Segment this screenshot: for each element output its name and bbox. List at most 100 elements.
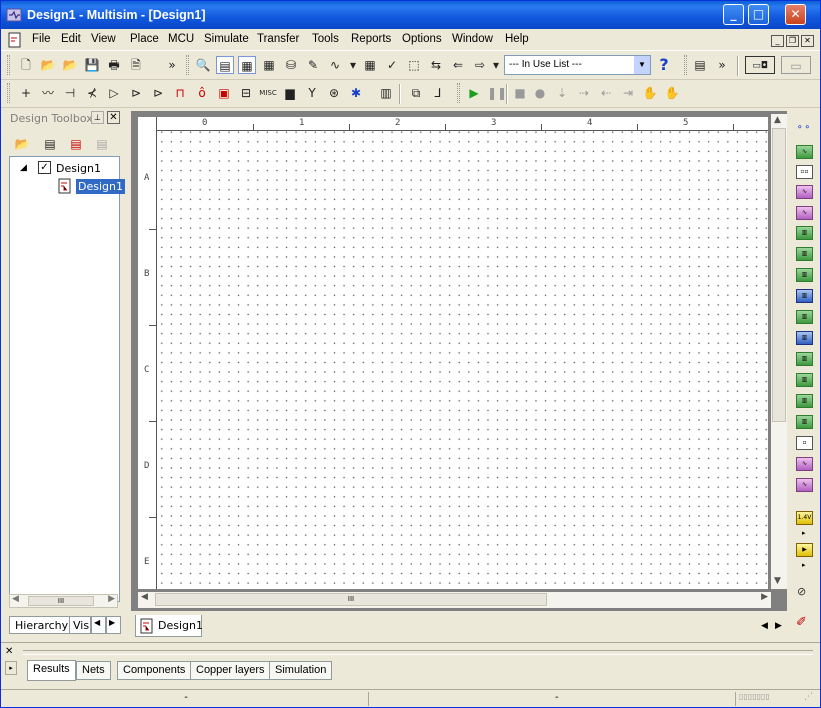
menu-window[interactable]: Window <box>452 33 493 45</box>
place-analog-icon[interactable]: ▷ <box>105 84 123 102</box>
menu-simulate[interactable]: Simulate <box>204 33 249 45</box>
place-advanced-peripherals-icon[interactable]: ▆ <box>281 84 299 102</box>
menu-reports[interactable]: Reports <box>351 33 391 45</box>
place-ttl-icon[interactable]: ⊳ <box>127 84 145 102</box>
grapher-dropdown-icon[interactable]: ▾ <box>344 56 362 74</box>
ni-elvis-icon[interactable]: ✐ <box>796 615 807 630</box>
menu-tools[interactable]: Tools <box>312 33 339 45</box>
remove-breakpoints-icon[interactable]: ✋ <box>663 84 681 102</box>
menu-options[interactable]: Options <box>402 33 442 45</box>
mdi-restore-button[interactable]: ❐ <box>786 35 799 47</box>
tab-simulation[interactable]: Simulation <box>269 661 333 680</box>
toolbox-hscrollbar[interactable]: ◀ III ▶ <box>9 594 118 608</box>
title-bar[interactable]: Design1 - Multisim - [Design1] _ □ ✕ <box>1 1 820 29</box>
spectrum-analyzer-icon[interactable]: ▥ <box>796 373 813 387</box>
multimeter-icon[interactable]: ⚬⚬ <box>796 123 813 137</box>
tree-root-design[interactable]: Design1 <box>56 162 101 175</box>
print-preview-icon[interactable]: 🗎 <box>127 56 145 74</box>
place-ni-component-icon[interactable]: ✱ <box>347 84 365 102</box>
panel-grip[interactable] <box>23 650 813 655</box>
workspace-hscrollbar[interactable]: ◀ III ▶ <box>138 592 771 608</box>
zoom-icon[interactable]: 🔍 <box>194 56 212 74</box>
region-select-icon[interactable]: ⬚ <box>405 56 423 74</box>
toolbar-grip[interactable] <box>7 83 10 103</box>
iv-analyzer-icon[interactable]: ▥ <box>796 331 813 345</box>
simulation-switch-off-icon[interactable]: ▭ <box>781 56 811 74</box>
tab-copper-layers[interactable]: Copper layers <box>190 661 271 680</box>
menu-file[interactable]: File <box>32 33 51 45</box>
place-electromechanical-icon[interactable]: ⊛ <box>325 84 343 102</box>
chevron-down-icon[interactable]: ▸ <box>802 561 806 569</box>
place-source-icon[interactable]: + <box>17 84 35 102</box>
close-button[interactable]: ✕ <box>785 4 806 25</box>
breakpoint-icon[interactable]: ● <box>531 84 549 102</box>
toolbar-overflow-icon[interactable]: » <box>163 56 181 74</box>
component-wizard-icon[interactable]: ✎ <box>304 56 322 74</box>
pause-simulation-icon[interactable]: ❚❚ <box>487 84 507 102</box>
step-into-icon[interactable]: ⇣ <box>553 84 571 102</box>
tab-scroll-right-icon[interactable]: ▶ <box>106 616 121 634</box>
toolbar-grip[interactable] <box>684 55 687 75</box>
new-sheet-icon[interactable]: ▤ <box>67 135 85 153</box>
menu-transfer[interactable]: Transfer <box>257 33 299 45</box>
close-icon[interactable]: ✕ <box>107 111 120 124</box>
resize-grip-icon[interactable]: ⋰ <box>801 692 819 706</box>
new-icon[interactable]: 🗋 <box>17 56 35 74</box>
pin-icon[interactable]: ⊥ <box>91 111 104 124</box>
document-tab-design1[interactable]: Design1 <box>135 615 203 637</box>
logic-analyzer-icon[interactable]: ▥ <box>796 289 813 303</box>
place-mixed-icon[interactable]: ô <box>193 84 211 102</box>
menu-place[interactable]: Place <box>130 33 159 45</box>
measurement-probe-icon[interactable]: 1.4V <box>796 511 813 525</box>
word-generator-icon[interactable]: ▥ <box>796 268 813 282</box>
oscilloscope-icon[interactable]: ∿ <box>796 185 813 199</box>
place-power-icon[interactable]: ⊟ <box>237 84 255 102</box>
logic-converter-icon[interactable]: ▥ <box>796 310 813 324</box>
run-simulation-icon[interactable]: ▶ <box>465 84 483 102</box>
forward-annotate-icon[interactable]: ⇐ <box>449 56 467 74</box>
collapse-icon[interactable]: ◢ <box>20 163 27 173</box>
network-analyzer-icon[interactable]: ▥ <box>796 394 813 408</box>
save-icon[interactable]: 💾 <box>83 56 101 74</box>
tab-scroll-left-icon[interactable]: ◀ <box>91 616 106 634</box>
tab-nets[interactable]: Nets <box>76 661 111 680</box>
step-out-icon[interactable]: ⇠ <box>597 84 615 102</box>
tektronix-oscilloscope-icon[interactable]: ∿ <box>796 478 813 492</box>
toolbar-grip[interactable] <box>186 55 189 75</box>
menu-view[interactable]: View <box>91 33 116 45</box>
agilent-multimeter-icon[interactable]: ▫ <box>796 436 813 450</box>
current-probe-icon[interactable]: ⊘ <box>797 585 806 598</box>
mdi-close-button[interactable]: ✕ <box>801 35 814 47</box>
place-indicator-icon[interactable]: ▣ <box>215 84 233 102</box>
menu-edit[interactable]: Edit <box>61 33 81 45</box>
chevron-down-icon[interactable]: ▸ <box>802 529 806 537</box>
open-sample-icon[interactable]: 📂 <box>61 56 79 74</box>
schematic-sheet[interactable]: 0 1 2 3 4 5 A B C D E <box>138 117 768 589</box>
step-over-icon[interactable]: ⇢ <box>575 84 593 102</box>
database-icon[interactable]: ⛁ <box>282 56 300 74</box>
bode-plotter-icon[interactable]: ▥ <box>796 226 813 240</box>
tab-scroll-right-icon[interactable]: ▶ <box>775 621 787 633</box>
description-box-icon[interactable]: ▤ <box>691 56 709 74</box>
tree-child-design[interactable]: Design1 <box>76 179 125 194</box>
minimize-button[interactable]: _ <box>723 4 744 25</box>
erc-icon[interactable]: ✓ <box>383 56 401 74</box>
print-icon[interactable]: 🖶 <box>105 56 123 74</box>
frequency-counter-icon[interactable]: ▥ <box>796 247 813 261</box>
workspace-vscrollbar[interactable]: ▲ ▼ <box>771 114 787 589</box>
in-use-list-dropdown[interactable]: --- In Use List --- ▼ <box>504 55 651 75</box>
place-misc-digital-icon[interactable]: ⊓ <box>171 84 189 102</box>
grapher-icon[interactable]: ∿ <box>326 56 344 74</box>
toolbar-grip[interactable] <box>457 83 460 103</box>
menu-mcu[interactable]: MCU <box>168 33 194 45</box>
backannotate-icon[interactable]: ⇆ <box>427 56 445 74</box>
mdi-minimize-button[interactable]: _ <box>771 35 784 47</box>
wattmeter-icon[interactable]: ▫▫ <box>796 165 813 179</box>
stop-simulation-icon[interactable]: ■ <box>511 84 529 102</box>
tab-scroll-left-icon[interactable]: ◀ <box>761 621 773 633</box>
menu-help[interactable]: Help <box>505 33 529 45</box>
agilent-oscilloscope-icon[interactable]: ∿ <box>796 457 813 471</box>
grid-icon[interactable]: ▦ <box>260 56 278 74</box>
labview-instrument-icon[interactable]: ▶ <box>796 543 813 557</box>
toolbar-grip[interactable] <box>7 55 10 75</box>
